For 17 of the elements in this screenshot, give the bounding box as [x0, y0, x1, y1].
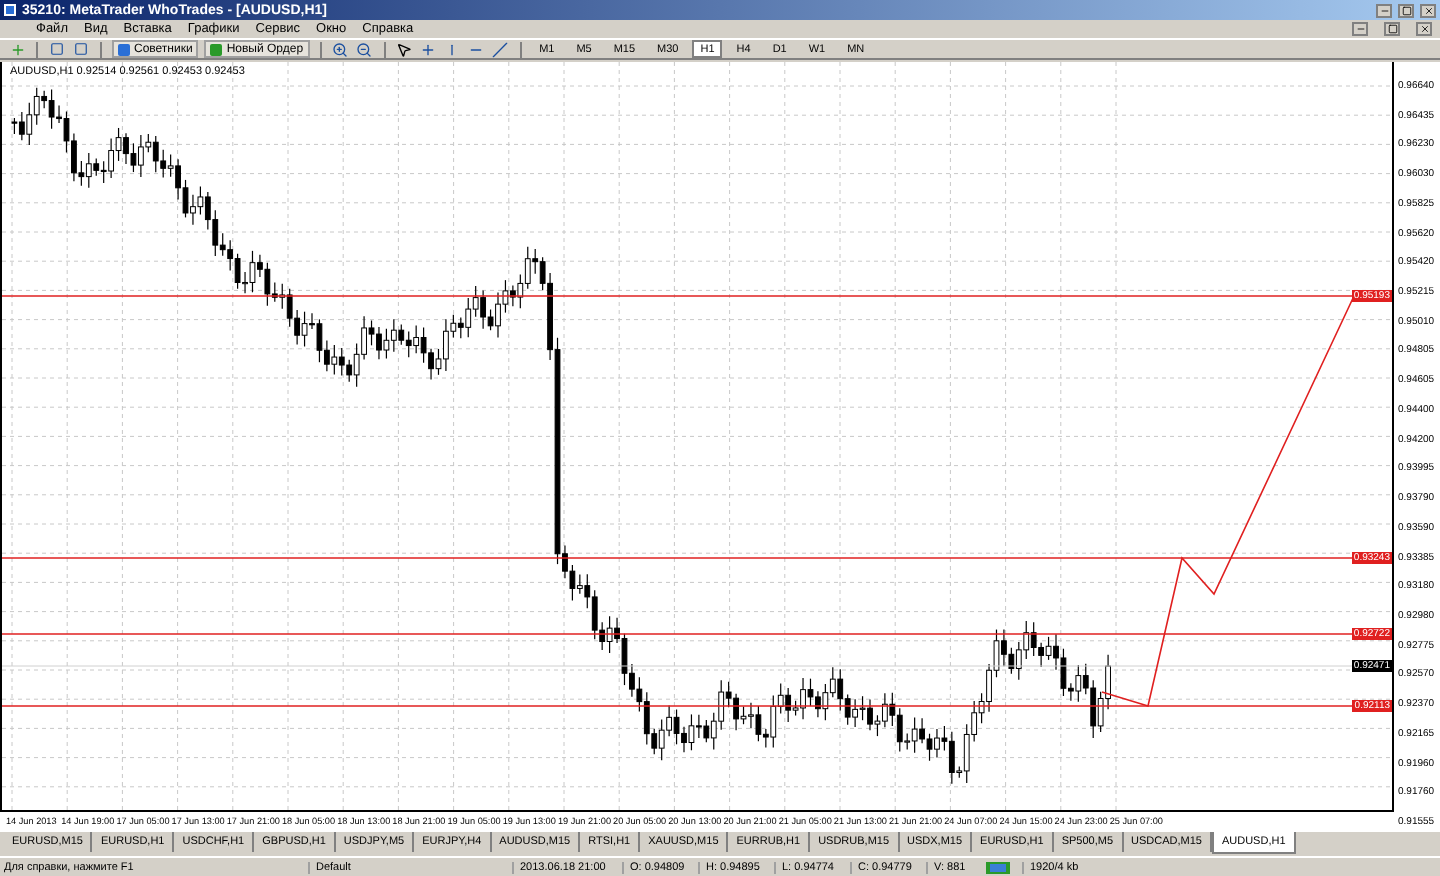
minimize-icon [1355, 24, 1365, 34]
close-button[interactable] [1420, 3, 1436, 17]
cursor-icon[interactable] [396, 41, 413, 57]
app-icon [4, 4, 16, 16]
maximize-button[interactable] [1398, 3, 1414, 17]
minimize-button[interactable] [1352, 22, 1368, 36]
minimize-button[interactable] [1376, 3, 1392, 17]
connection-icon [986, 861, 1010, 873]
crosshair-icon[interactable] [420, 41, 437, 57]
minimize-icon [1379, 5, 1389, 15]
restore-button[interactable] [1384, 22, 1400, 36]
close-button[interactable] [1416, 22, 1432, 36]
zoom-in-icon[interactable] [332, 41, 349, 57]
line-icon[interactable] [492, 41, 509, 57]
zoom-out-icon[interactable] [356, 41, 373, 57]
maximize-icon [1401, 5, 1411, 15]
restore-icon [1387, 24, 1397, 34]
